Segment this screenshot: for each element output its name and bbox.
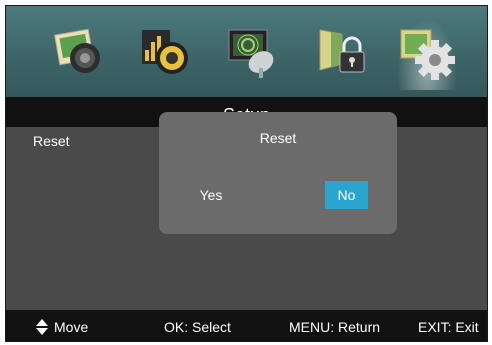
lock-menu-tab[interactable] [307, 14, 373, 90]
channel-menu-tab[interactable] [220, 14, 286, 90]
move-label: Move [54, 319, 89, 335]
select-label: OK: Select [164, 319, 231, 335]
move-hint: Move [36, 319, 88, 335]
exit-hint: EXIT: Exit [418, 319, 479, 335]
no-button[interactable]: No [325, 181, 368, 209]
reset-dialog: Reset Yes No [159, 112, 397, 234]
select-hint: OK: Select [164, 319, 231, 335]
return-hint: MENU: Return [289, 319, 380, 335]
sound-menu-tab[interactable] [133, 14, 199, 90]
footer-hint-bar: Move OK: Select MENU: Return EXIT: Exit [6, 310, 487, 341]
sound-icon [142, 30, 188, 74]
tv-osd-menu: Setup Reset Reset Yes No Move OK: Select… [5, 5, 488, 342]
return-label: MENU: Return [289, 319, 381, 335]
channel-icon [228, 29, 274, 78]
yes-button[interactable]: Yes [191, 181, 231, 209]
setup-menu-tab[interactable] [394, 14, 460, 90]
picture-icon [54, 28, 100, 73]
exit-label: EXIT: Exit [418, 319, 479, 335]
menu-item-reset[interactable]: Reset [33, 133, 70, 149]
picture-menu-tab[interactable] [46, 14, 112, 90]
up-down-arrow-icon [36, 319, 48, 335]
lock-icon [319, 29, 365, 73]
dialog-title: Reset [259, 130, 297, 146]
setup-gear-icon [400, 29, 455, 80]
menu-icon-bar [6, 6, 487, 97]
